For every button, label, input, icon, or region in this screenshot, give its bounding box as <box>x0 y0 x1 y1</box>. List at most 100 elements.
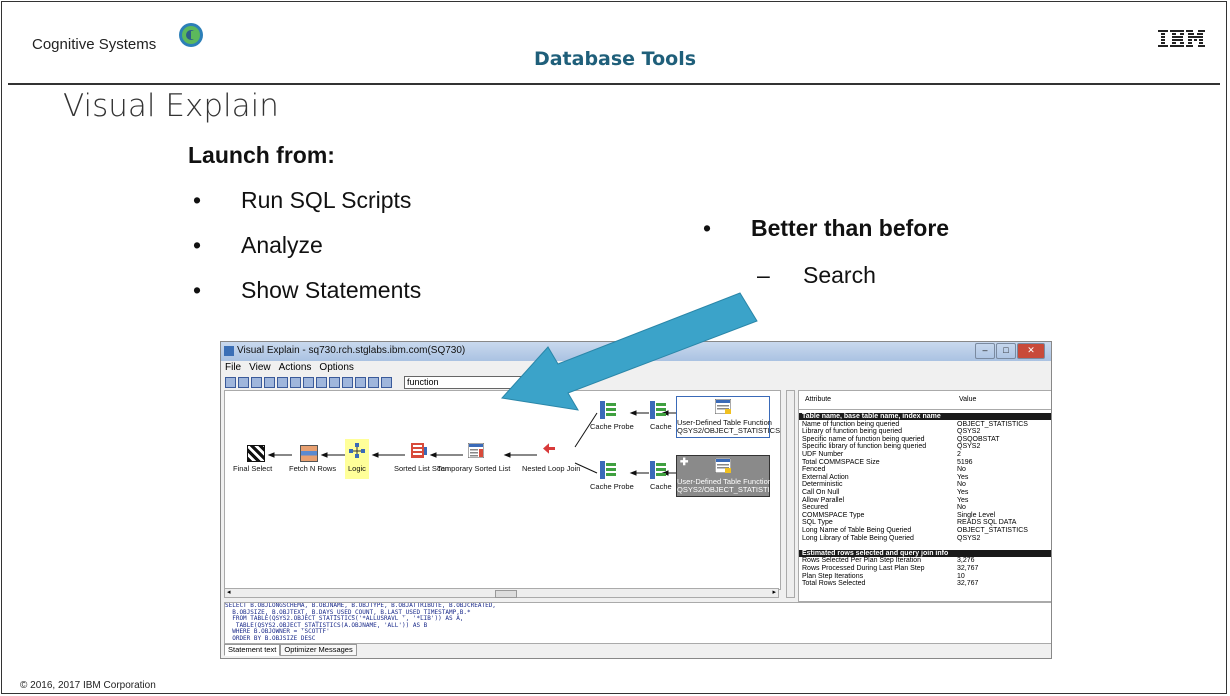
minimize-icon[interactable]: – <box>975 343 995 359</box>
attribute-row[interactable]: Secured No <box>799 504 1051 511</box>
scroll-right-icon[interactable]: ▸ <box>772 588 776 596</box>
attribute-row[interactable]: Specific name of function being queried Q… <box>799 436 1051 443</box>
cache-probe-icon[interactable] <box>600 461 618 479</box>
scroll-thumb[interactable] <box>495 590 517 598</box>
attribute-name: Rows Selected Per Plan Step Iteration <box>802 557 922 565</box>
menu-file[interactable]: File <box>225 362 241 373</box>
highlight-icon[interactable] <box>329 377 340 388</box>
attribute-row[interactable]: Rows Processed During Last Plan Step 32,7… <box>799 565 1051 572</box>
cache-probe-icon[interactable] <box>600 401 618 419</box>
zoom-out-icon[interactable] <box>277 377 288 388</box>
node-cache-top[interactable]: Cache <box>650 422 672 431</box>
better-heading: Better than before <box>751 215 950 241</box>
attribute-row[interactable]: COMMSPACE Type Single Level <box>799 512 1051 519</box>
menu-options[interactable]: Options <box>319 362 353 373</box>
node-cache-probe-top[interactable]: Cache Probe <box>590 422 634 431</box>
sorted-list-scan-icon[interactable] <box>411 443 427 458</box>
attribute-section-row[interactable]: Estimated rows selected and query join i… <box>799 549 1051 557</box>
horizontal-scrollbar[interactable]: ◂ ▸ <box>224 588 779 598</box>
zoom-in-icon[interactable] <box>264 377 275 388</box>
attribute-row[interactable]: Call On Null Yes <box>799 489 1051 496</box>
attribute-name: Rows Processed During Last Plan Step <box>802 565 925 572</box>
attribute-row[interactable]: Total COMMSPACE Size 5196 <box>799 459 1051 466</box>
node-final-select[interactable]: Final Select <box>233 464 272 473</box>
attribute-row[interactable]: Plan Step Iterations 10 <box>799 573 1051 580</box>
attribute-row[interactable] <box>799 542 1051 549</box>
udtf-bottom-line2: QSYS2/OBJECT_STATISTICS <box>677 485 781 494</box>
nested-loop-join-icon[interactable] <box>541 441 557 456</box>
menu-actions[interactable]: Actions <box>279 362 312 373</box>
menu-bar: File View Actions Options <box>221 362 1051 375</box>
attribute-name: Deterministic <box>802 481 843 489</box>
print-icon[interactable] <box>238 377 249 388</box>
attribute-value: OBJECT_STATISTICS <box>957 420 1028 428</box>
expand-icon[interactable] <box>316 377 327 388</box>
graph-canvas[interactable]: Final Select Fetch N Rows Logic Sorted L… <box>224 390 781 590</box>
checkered-flag-icon[interactable] <box>247 445 265 462</box>
bullet: • <box>703 215 712 241</box>
window-title: Visual Explain - sq730.rch.stglabs.ibm.c… <box>237 345 466 356</box>
maximize-icon[interactable]: □ <box>996 343 1016 359</box>
attribute-row[interactable]: Rows Selected Per Plan Step Iteration 3,2… <box>799 557 1051 564</box>
overview-icon[interactable] <box>303 377 314 388</box>
attribute-name: UDF Number <box>802 451 844 458</box>
udtf-top-box[interactable]: User-Defined Table Function QSYS2/OBJECT… <box>676 396 780 438</box>
attribute-section-row[interactable]: Table name, base table name, index name <box>799 413 1051 420</box>
search-input[interactable]: function <box>404 376 538 389</box>
attribute-row[interactable]: Allow Parallel Yes <box>799 497 1051 504</box>
tab-optimizer-messages[interactable]: Optimizer Messages <box>280 644 357 656</box>
col-value: Value <box>959 396 977 403</box>
attribute-value: QSQOBSTAT <box>957 435 1000 443</box>
filter-icon[interactable] <box>342 377 353 388</box>
zoom-fit-icon[interactable] <box>251 377 262 388</box>
logic-icon[interactable] <box>349 443 365 458</box>
tab-statement-text[interactable]: Statement text <box>224 644 281 656</box>
fetch-rows-icon[interactable] <box>300 445 318 462</box>
attribute-value: 2 <box>957 451 961 458</box>
attribute-row[interactable]: Long Name of Table Being Queried OBJECT_S… <box>799 527 1051 534</box>
slide-title: Visual Explain <box>63 88 279 124</box>
node-cache-probe-bottom[interactable]: Cache Probe <box>590 482 634 491</box>
close-icon[interactable]: ✕ <box>1017 343 1045 359</box>
attribute-row[interactable]: Specific library of function being queri… <box>799 443 1051 450</box>
refresh-icon[interactable] <box>355 377 366 388</box>
attribute-row[interactable]: SQL Type READS SQL DATA <box>799 519 1051 526</box>
attribute-value: QSYS2 <box>957 428 981 436</box>
node-fetch-n-rows[interactable]: Fetch N Rows <box>289 464 336 473</box>
zoom-reset-icon[interactable] <box>290 377 301 388</box>
save-icon[interactable] <box>225 377 236 388</box>
attribute-row[interactable]: Long Library of Table Being Queried QSYS2 <box>799 535 1051 542</box>
header-title: Database Tools <box>533 48 697 70</box>
node-temporary-sorted-list[interactable]: Temporary Sorted List <box>437 464 510 473</box>
find-prev-icon[interactable] <box>368 377 379 388</box>
attribute-header: Attribute Value <box>799 391 1051 410</box>
attribute-row[interactable]: Deterministic No <box>799 481 1051 488</box>
ibm-logo <box>1158 30 1205 47</box>
temporary-sorted-list-icon[interactable] <box>468 443 484 458</box>
find-icon[interactable] <box>381 377 392 388</box>
attribute-row[interactable]: Total Rows Selected 32,767 <box>799 580 1051 587</box>
splitter-scrollbar[interactable] <box>786 390 795 598</box>
attribute-row[interactable]: Library of function being queried QSYS2 <box>799 428 1051 435</box>
attribute-name: Call On Null <box>802 489 840 496</box>
attribute-row[interactable]: UDF Number 2 <box>799 451 1051 458</box>
attribute-name: Allow Parallel <box>802 496 845 504</box>
attribute-row[interactable]: Fenced No <box>799 466 1051 473</box>
node-nested-loop-join[interactable]: Nested Loop Join <box>522 464 580 473</box>
udtf-bottom-box[interactable]: ✚ User-Defined Table Function QSYS2/OBJE… <box>676 455 781 497</box>
statement-text[interactable]: SELECT B.OBJLONGSCHEMA, B.OBJNAME, B.OBJ… <box>224 602 1051 644</box>
node-cache-bottom[interactable]: Cache <box>650 482 672 491</box>
attribute-row[interactable]: External Action Yes <box>799 474 1051 481</box>
attribute-row[interactable]: Name of function being queried OBJECT_STA… <box>799 421 1051 428</box>
cache-icon[interactable] <box>650 461 668 479</box>
node-logic[interactable]: Logic <box>348 464 366 473</box>
attribute-value: 10 <box>957 572 965 580</box>
attribute-value: OBJECT_STATISTICS <box>957 527 1028 534</box>
window-titlebar: Visual Explain - sq730.rch.stglabs.ibm.c… <box>221 342 1051 361</box>
cache-icon[interactable] <box>650 401 668 419</box>
cognitive-logo-icon <box>179 23 203 47</box>
scroll-left-icon[interactable]: ◂ <box>227 588 231 596</box>
plus-icon: ✚ <box>680 457 689 468</box>
attribute-value: QSYS2 <box>957 443 981 451</box>
menu-view[interactable]: View <box>249 362 271 373</box>
